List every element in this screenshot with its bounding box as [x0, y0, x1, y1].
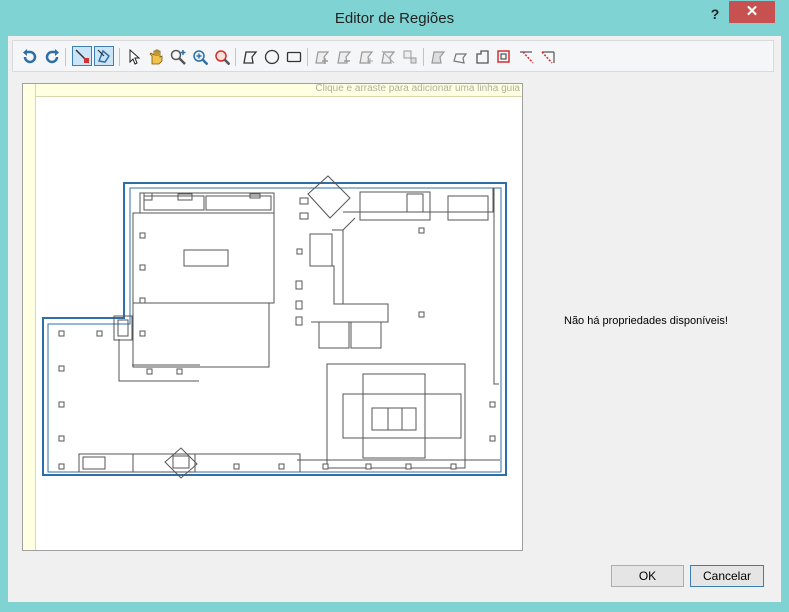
delete-region-icon[interactable]	[517, 48, 535, 66]
pointer-icon[interactable]	[125, 48, 143, 66]
align-icon[interactable]	[401, 48, 419, 66]
title-bar: Editor de Regiões ? ✕	[0, 0, 789, 36]
window-title: Editor de Regiões	[334, 10, 455, 27]
intersect-icon[interactable]	[495, 48, 513, 66]
help-button[interactable]: ?	[702, 4, 728, 24]
pan-icon[interactable]	[147, 48, 165, 66]
cancel-button[interactable]: Cancelar	[690, 565, 764, 587]
toolbar-separator	[307, 48, 308, 66]
polygon-icon[interactable]	[241, 48, 259, 66]
rectangle-icon[interactable]	[285, 48, 303, 66]
undo-icon[interactable]	[21, 48, 39, 66]
circle-icon[interactable]	[263, 48, 281, 66]
zoom-in-icon[interactable]	[169, 48, 187, 66]
merge-icon[interactable]	[429, 48, 447, 66]
add-vertex-icon[interactable]	[313, 48, 331, 66]
toolbar-separator	[65, 48, 66, 66]
dialog-window: Editor de Regiões ? ✕ Clique e arraste p…	[0, 0, 789, 612]
edit-region-icon[interactable]	[72, 46, 92, 66]
redo-icon[interactable]	[43, 48, 61, 66]
vertical-ruler[interactable]	[23, 84, 36, 550]
subtract-icon[interactable]	[473, 48, 491, 66]
guide-hint-text: Clique e arraste para adicionar uma linh…	[315, 83, 520, 94]
toolbar-separator	[119, 48, 120, 66]
zoom-window-icon[interactable]	[213, 48, 231, 66]
toolbar-separator	[423, 48, 424, 66]
region-canvas[interactable]: Clique e arraste para adicionar uma linh…	[22, 83, 523, 551]
edit-region-alt-icon[interactable]	[94, 46, 114, 66]
union-icon[interactable]	[451, 48, 469, 66]
delete-all-icon[interactable]	[539, 48, 557, 66]
properties-empty-message: Não há propriedades disponíveis!	[564, 315, 728, 327]
remove-vertex-icon[interactable]	[335, 48, 353, 66]
ok-button[interactable]: OK	[611, 565, 684, 587]
toolbar-separator	[235, 48, 236, 66]
floor-plan	[42, 175, 507, 479]
horizontal-ruler[interactable]: Clique e arraste para adicionar uma linh…	[23, 83, 522, 97]
split-icon[interactable]	[379, 48, 397, 66]
zoom-extent-icon[interactable]	[191, 48, 209, 66]
toolbar	[12, 40, 774, 72]
close-button[interactable]: ✕	[729, 1, 775, 23]
dialog-body: Clique e arraste para adicionar uma linh…	[8, 36, 781, 602]
move-vertex-icon[interactable]	[357, 48, 375, 66]
